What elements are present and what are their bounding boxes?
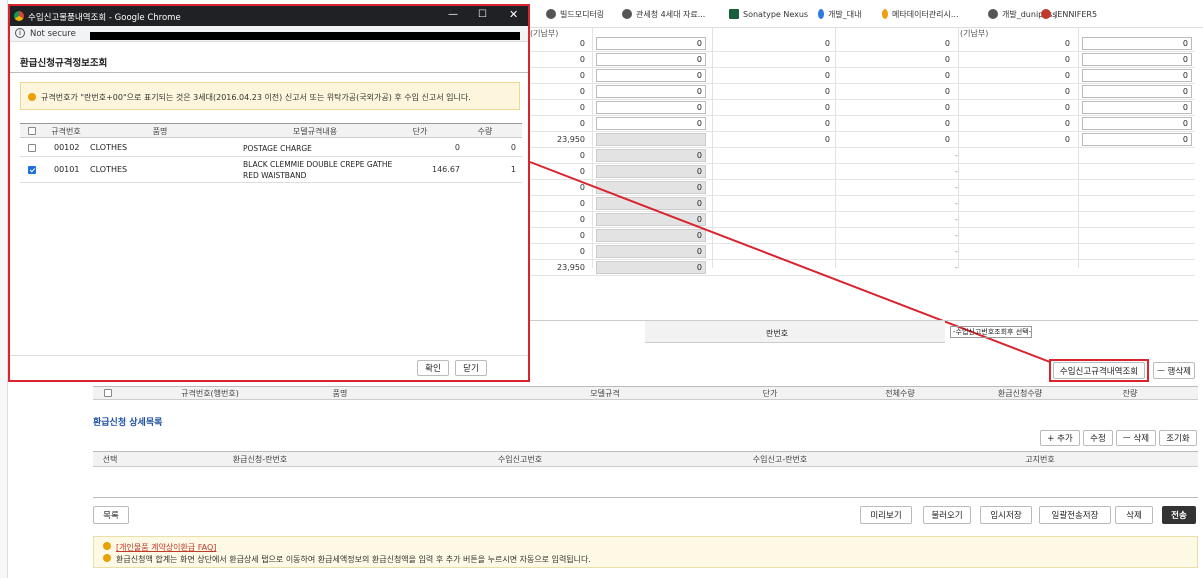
- spec-select-all-checkbox[interactable]: [104, 389, 112, 400]
- batch-send-save-button[interactable]: 일괄전송저장: [1039, 506, 1111, 524]
- page-left-edge: [0, 0, 8, 578]
- close-button[interactable]: 닫기: [455, 360, 487, 376]
- popup-cell-code: 00102: [54, 143, 80, 152]
- popup-select-all-checkbox[interactable]: [28, 127, 36, 138]
- spec-header-model: 모델규격: [590, 389, 620, 398]
- send-button[interactable]: 전송: [1162, 506, 1196, 524]
- divider: [10, 72, 528, 73]
- reset-button[interactable]: 조기화: [1159, 430, 1197, 446]
- notice-text: 환급신청액 합계는 화면 상단에서 환급상세 탭으로 이동하여 환급세액정보의 …: [116, 555, 591, 564]
- row-checkbox[interactable]: [28, 166, 36, 177]
- popup-info-text: 규격번호가 "란번호+00"으로 표기되는 것은 3세대(2016.04.23 …: [41, 93, 471, 102]
- info-icon[interactable]: i: [15, 28, 25, 38]
- address-redacted: [90, 32, 520, 40]
- security-status[interactable]: Not secure: [30, 29, 76, 39]
- faq-link[interactable]: [개인물품 계약상이환급 FAQ]: [116, 542, 216, 553]
- warning-icon: [103, 542, 111, 550]
- detail-header-import-lan: 수입신고-란번호: [752, 455, 808, 464]
- detail-list-title: 환급신청 상세목록: [93, 418, 163, 428]
- popup-title: 환급신청규격정보조회: [20, 58, 108, 69]
- add-button[interactable]: + 추가: [1040, 430, 1080, 446]
- warning-icon: [103, 554, 111, 562]
- divider: [93, 497, 1198, 498]
- load-button[interactable]: 불러오기: [923, 506, 971, 524]
- spec-header-code: 규격번호(행번호): [181, 389, 239, 398]
- temp-save-button[interactable]: 임시저장: [980, 506, 1032, 524]
- confirm-button[interactable]: 확인: [417, 360, 449, 376]
- popup-header-price: 단가: [412, 127, 428, 136]
- preview-button[interactable]: 미리보기: [860, 506, 912, 524]
- popup-cell-model: POSTAGE CHARGE: [243, 144, 312, 153]
- popup-window-title: 수입신고물품내역조회 - Google Chrome: [28, 13, 181, 23]
- row-delete-button[interactable]: ㅡ 행삭제: [1153, 362, 1195, 379]
- spec-header-remain: 잔량: [1122, 389, 1138, 398]
- detail-header-select: 선택: [102, 455, 118, 464]
- close-icon[interactable]: ✕: [509, 8, 518, 21]
- spec-header-price: 단가: [762, 389, 778, 398]
- popup-header-model: 모델규격내용: [292, 127, 338, 136]
- chrome-icon: [14, 11, 24, 21]
- popup-header-name: 품명: [152, 127, 168, 136]
- popup-header-qty: 수량: [477, 127, 493, 136]
- popup-cell-price: 0: [454, 143, 460, 152]
- row-checkbox[interactable]: [28, 144, 36, 155]
- import-spec-popup: 수입신고물품내역조회 - Google Chrome — ☐ ✕ i Not s…: [8, 4, 530, 382]
- minimize-icon[interactable]: —: [448, 9, 458, 20]
- spec-header-total: 전체수량: [885, 389, 915, 398]
- divider: [10, 355, 528, 356]
- detail-header-refund-lan: 환급신청-란번호: [232, 455, 288, 464]
- popup-cell-qty: 0: [510, 143, 516, 152]
- lan-label-cell: [645, 321, 945, 343]
- list-button[interactable]: 목록: [93, 506, 129, 524]
- popup-cell-price: 146.67: [432, 165, 460, 174]
- popup-cell-name: CLOTHES: [90, 143, 128, 152]
- maximize-icon[interactable]: ☐: [478, 9, 487, 20]
- spec-header-refund-qty: 환급신청수량: [997, 389, 1043, 398]
- import-spec-lookup-button[interactable]: 수입신고규격내역조회: [1053, 362, 1145, 379]
- detail-header-import-no: 수입신고번호: [497, 455, 543, 464]
- detail-header-notice-no: 고지번호: [1025, 455, 1055, 464]
- delete-button[interactable]: 삭제: [1115, 506, 1153, 524]
- popup-cell-code: 00101: [54, 165, 80, 174]
- popup-titlebar: 수입신고물품내역조회 - Google Chrome — ☐ ✕: [10, 6, 528, 26]
- edit-button[interactable]: 수정: [1083, 430, 1113, 446]
- spec-header-name: 품명: [332, 389, 348, 398]
- popup-cell-model: BLACK CLEMMIE DOUBLE CREPE GATHE RED WAI…: [243, 160, 393, 180]
- lan-label: 란번호: [766, 329, 789, 338]
- lan-select[interactable]: -수입신고번호조회후 선택- ▾: [950, 326, 1032, 338]
- popup-cell-qty: 1: [510, 165, 516, 174]
- warning-icon: [28, 93, 36, 101]
- popup-addressbar: i Not secure: [10, 26, 528, 42]
- popup-cell-name: CLOTHES: [90, 165, 128, 174]
- delete-row-button[interactable]: ㅡ 삭제: [1116, 430, 1156, 446]
- popup-header-code: 규격번호: [51, 127, 81, 136]
